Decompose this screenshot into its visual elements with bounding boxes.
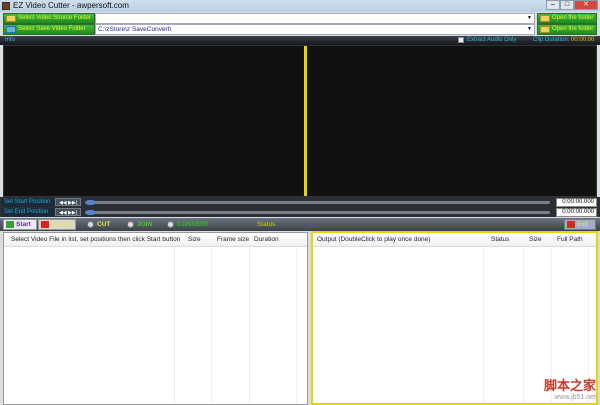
cancel-button[interactable]: Cancel bbox=[38, 219, 76, 230]
watermark: 脚本之家 www.jb51.net bbox=[544, 375, 596, 401]
column-divider bbox=[211, 247, 212, 404]
button-label: Exit bbox=[577, 221, 588, 228]
input-file-list[interactable]: Select Video File in list, set positions… bbox=[3, 232, 308, 405]
watermark-text: 脚本之家 bbox=[543, 378, 596, 393]
radio-label: JOIN bbox=[137, 221, 153, 228]
column-divider bbox=[174, 247, 175, 404]
end-time-field[interactable]: 0:00:00.000 bbox=[556, 208, 597, 217]
maximize-button[interactable]: □ bbox=[560, 0, 574, 10]
title-bar: EZ Video Cutter - awpersoft.com – □ ✕ bbox=[0, 0, 600, 12]
minimize-button[interactable]: – bbox=[546, 0, 560, 10]
source-folder-combo[interactable]: ▼ bbox=[95, 13, 535, 24]
list-header: Output (DoubleClick to play once done) S… bbox=[313, 233, 596, 247]
app-icon bbox=[2, 2, 10, 10]
chevron-down-icon: ▼ bbox=[527, 26, 532, 32]
start-time-field[interactable]: 0:00:00.000 bbox=[556, 198, 597, 207]
save-path: C:\zStore\z SaveConvert\ bbox=[98, 26, 172, 33]
end-slider[interactable] bbox=[85, 211, 550, 214]
start-button[interactable]: Start bbox=[3, 219, 37, 230]
folder-icon bbox=[6, 15, 16, 22]
start-slider[interactable] bbox=[85, 201, 550, 204]
open-source-folder-button[interactable]: Open the folder bbox=[537, 13, 597, 24]
extract-audio-label: Extract Audio Only bbox=[467, 37, 517, 43]
column-header[interactable]: Output (DoubleClick to play once done) bbox=[317, 233, 430, 247]
exit-icon bbox=[567, 221, 575, 228]
column-header[interactable]: Duration bbox=[254, 233, 279, 247]
exit-button[interactable]: Exit bbox=[564, 219, 596, 230]
start-step-buttons[interactable]: ◀◀ ▶▶| bbox=[55, 198, 81, 206]
save-icon bbox=[6, 26, 16, 33]
play-icon bbox=[6, 221, 14, 228]
column-header[interactable]: Size bbox=[529, 233, 542, 247]
radio-label: CUT bbox=[97, 221, 111, 228]
select-save-folder-button[interactable]: Select Save Video Folder bbox=[3, 24, 95, 35]
start-position-label: Set Start Position bbox=[2, 198, 54, 207]
end-position-label: Set End Position bbox=[2, 208, 54, 217]
folder-icon bbox=[540, 15, 550, 22]
folder-icon bbox=[540, 26, 550, 33]
watermark-url: www.jb51.net bbox=[554, 394, 596, 401]
column-header[interactable]: Select Video File in list, set positions… bbox=[11, 233, 180, 247]
button-label: Open the folder bbox=[552, 15, 594, 21]
column-header[interactable]: Frame size bbox=[217, 233, 249, 247]
end-step-buttons[interactable]: ◀◀ ▶▶| bbox=[55, 208, 81, 216]
position-marker bbox=[304, 46, 307, 196]
column-header[interactable]: Status bbox=[491, 233, 509, 247]
radio-icon bbox=[87, 221, 94, 228]
window-title: EZ Video Cutter - awpersoft.com bbox=[13, 1, 129, 10]
open-save-folder-button[interactable]: Open the folder bbox=[537, 24, 597, 35]
status-label: Status bbox=[257, 221, 276, 228]
info-bar: Info Extract Audio Only Clip Duration: 0… bbox=[0, 36, 600, 45]
column-header[interactable]: Size bbox=[188, 233, 201, 247]
cut-radio[interactable]: CUT bbox=[87, 220, 110, 229]
button-label: Cancel bbox=[51, 221, 72, 228]
clip-duration-value: 00:00:00 bbox=[571, 37, 595, 43]
button-label: Start bbox=[16, 221, 31, 228]
button-label: Select Save Video Folder bbox=[18, 26, 86, 32]
column-divider bbox=[483, 247, 484, 403]
extract-audio-checkbox[interactable] bbox=[458, 37, 464, 43]
radio-icon bbox=[167, 221, 174, 228]
column-divider bbox=[523, 247, 524, 403]
column-divider bbox=[296, 247, 297, 404]
info-label: Info bbox=[5, 37, 16, 43]
column-header[interactable]: Full Path bbox=[557, 233, 583, 247]
radio-label: CONVERT bbox=[177, 221, 209, 228]
close-button[interactable]: ✕ bbox=[574, 0, 598, 10]
column-divider bbox=[249, 247, 250, 404]
clip-duration-label: Clip Duration: bbox=[533, 37, 570, 43]
cancel-icon bbox=[41, 221, 49, 228]
join-radio[interactable]: JOIN bbox=[127, 220, 152, 229]
select-source-folder-button[interactable]: Select Video Source Folder bbox=[3, 13, 95, 24]
video-preview[interactable] bbox=[3, 45, 597, 197]
start-slider-thumb[interactable] bbox=[86, 200, 95, 205]
button-label: Open the folder bbox=[552, 26, 594, 32]
radio-icon bbox=[127, 221, 134, 228]
chevron-down-icon: ▼ bbox=[527, 15, 532, 21]
convert-radio[interactable]: CONVERT bbox=[167, 220, 209, 229]
list-header: Select Video File in list, set positions… bbox=[4, 233, 307, 247]
button-label: Select Video Source Folder bbox=[18, 15, 91, 21]
end-slider-thumb[interactable] bbox=[86, 210, 95, 215]
save-folder-combo[interactable]: C:\zStore\z SaveConvert\ ▼ bbox=[95, 24, 535, 35]
action-toolbar: Start Cancel CUT JOIN CONVERT Status Exi… bbox=[0, 218, 600, 231]
